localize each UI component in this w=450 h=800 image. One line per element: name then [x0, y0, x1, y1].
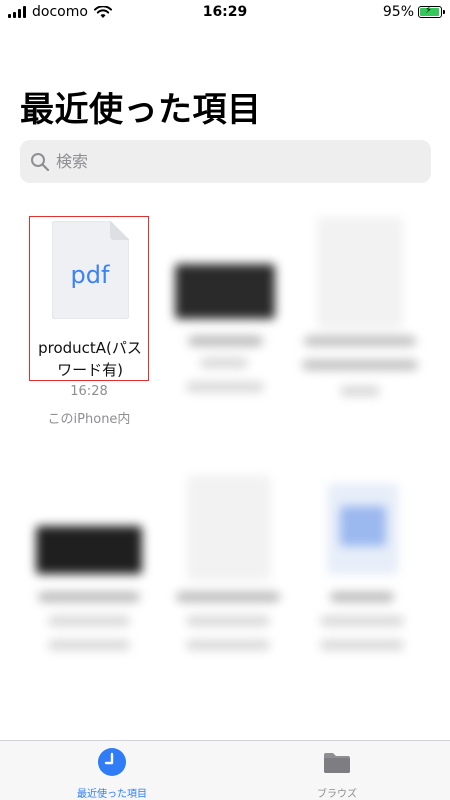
- pdf-file-icon: pdf: [52, 221, 129, 319]
- battery-icon: ⚡: [418, 5, 445, 18]
- file-item-blurred-4[interactable]: [28, 500, 153, 660]
- file-location: このiPhone内: [47, 412, 131, 427]
- search-input[interactable]: [56, 152, 396, 171]
- search-icon: [31, 152, 50, 171]
- file-item-producta[interactable]: pdf productA(パス ワード有): [29, 216, 149, 381]
- file-item-blurred-2[interactable]: [160, 250, 290, 410]
- charging-icon: ⚡: [425, 5, 433, 16]
- file-name-line2: ワード有): [57, 361, 123, 379]
- search-bar[interactable]: [20, 140, 431, 183]
- pdf-thumbnail-text: pdf: [71, 261, 110, 289]
- page-title: 最近使った項目: [20, 90, 262, 130]
- folder-icon: [324, 753, 350, 773]
- clock-icon: [98, 748, 126, 776]
- file-item-blurred-6[interactable]: [300, 470, 425, 660]
- tab-bar: 最近使った項目 ブラウズ: [0, 740, 450, 800]
- file-item-blurred-3[interactable]: [296, 210, 426, 410]
- tab-browse-label: ブラウズ: [317, 789, 357, 800]
- tab-recents[interactable]: 最近使った項目: [47, 747, 177, 800]
- tab-recents-label: 最近使った項目: [77, 789, 147, 800]
- file-name-line1: productA(パス: [38, 339, 142, 357]
- tab-browse[interactable]: ブラウズ: [272, 747, 402, 800]
- battery-percent: 95%: [382, 4, 414, 20]
- file-item-blurred-5[interactable]: [166, 470, 291, 660]
- file-time: 16:28: [70, 384, 108, 399]
- status-bar: docomo 16:29 95% ⚡: [0, 0, 450, 26]
- file-name: productA(パス ワード有): [30, 337, 150, 381]
- status-right: 95% ⚡: [382, 4, 445, 20]
